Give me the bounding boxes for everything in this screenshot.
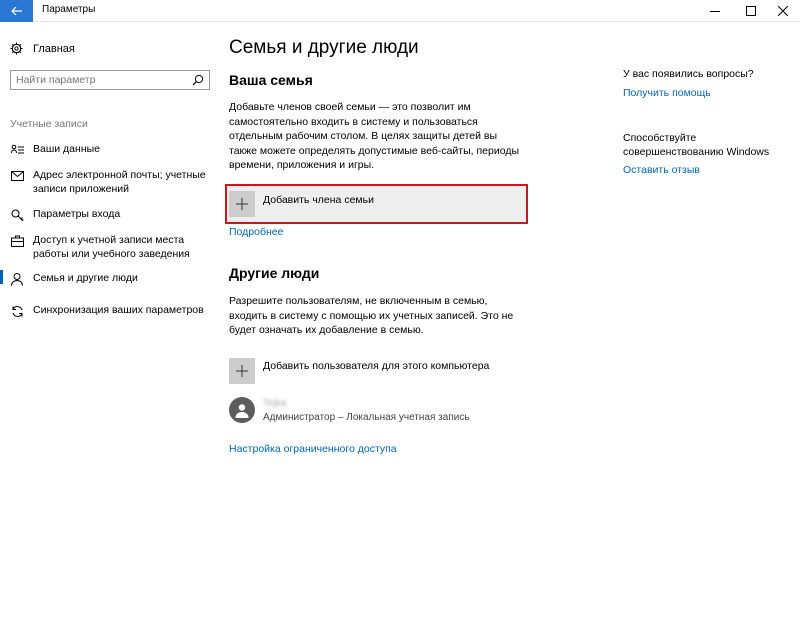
add-user-label: Добавить пользователя для этого компьюте…	[263, 360, 490, 372]
user-name: Tejka	[263, 397, 287, 409]
briefcase-icon	[10, 234, 24, 248]
family-description: Добавьте членов своей семьи — это позвол…	[229, 101, 519, 171]
feedback-link[interactable]: Оставить отзыв	[623, 164, 700, 176]
sidebar-item-work-access[interactable]: Доступ к учетной записи места работы или…	[10, 233, 220, 261]
maximize-icon	[746, 6, 756, 16]
arrow-left-icon	[10, 6, 22, 16]
sidebar-item-label: Доступ к учетной записи места работы или…	[33, 234, 190, 260]
back-button[interactable]	[0, 0, 33, 22]
search-input[interactable]	[11, 71, 191, 89]
user-item[interactable]: Tejka Администратор – Локальная учетная …	[229, 397, 470, 423]
minimize-icon	[710, 11, 720, 12]
improve-windows-text: Способствуйте совершенствованию Windows	[623, 132, 770, 158]
sidebar-section-label: Учетные записи	[10, 118, 88, 130]
sidebar-home-label: Главная	[33, 42, 75, 55]
window-title: Параметры	[42, 4, 96, 15]
mail-icon	[10, 169, 24, 183]
add-family-member-button[interactable]: Добавить члена семьи	[229, 191, 374, 217]
sync-icon	[10, 304, 24, 318]
restricted-access-link[interactable]: Настройка ограниченного доступа	[229, 443, 397, 455]
key-icon	[10, 208, 24, 222]
learn-more-link[interactable]: Подробнее	[229, 226, 283, 238]
sidebar-item-email[interactable]: Адрес электронной почты; учетные записи …	[10, 168, 220, 196]
avatar	[229, 397, 255, 423]
page-title: Семья и другие люди	[229, 37, 419, 58]
person-icon	[10, 272, 24, 286]
sidebar-item-sign-in-options[interactable]: Параметры входа	[10, 207, 220, 222]
sidebar-item-family[interactable]: Семья и другие люди	[10, 271, 220, 286]
maximize-button[interactable]	[734, 0, 768, 22]
title-bar: Параметры	[0, 0, 800, 22]
sidebar-item-sync[interactable]: Синхронизация ваших параметров	[10, 303, 220, 318]
add-family-member-label: Добавить члена семьи	[263, 194, 374, 206]
get-help-link[interactable]: Получить помощь	[623, 87, 711, 99]
person-card-icon	[10, 143, 24, 157]
sidebar-item-label: Адрес электронной почты; учетные записи …	[33, 169, 206, 195]
plus-icon	[229, 358, 255, 384]
sidebar-item-label: Синхронизация ваших параметров	[33, 304, 204, 316]
search-icon[interactable]	[192, 74, 204, 86]
sidebar-item-label: Семья и другие люди	[33, 272, 138, 284]
family-heading: Ваша семья	[229, 72, 313, 88]
others-description: Разрешите пользователям, не включенным в…	[229, 295, 514, 336]
user-account-type: Администратор – Локальная учетная запись	[263, 411, 470, 423]
close-button[interactable]	[766, 0, 800, 22]
search-box	[10, 70, 210, 90]
sidebar: Главная Учетные записи Ваши данные Адрес…	[0, 22, 220, 621]
plus-icon	[229, 191, 255, 217]
gear-icon	[10, 42, 23, 55]
active-indicator	[0, 270, 3, 284]
add-user-button[interactable]: Добавить пользователя для этого компьюте…	[229, 358, 489, 384]
sidebar-item-label: Параметры входа	[33, 208, 121, 220]
close-icon	[778, 6, 788, 16]
others-heading: Другие люди	[229, 265, 320, 281]
sidebar-item-your-info[interactable]: Ваши данные	[10, 142, 220, 157]
minimize-button[interactable]	[698, 0, 732, 22]
sidebar-item-home[interactable]: Главная	[10, 42, 75, 55]
person-icon	[235, 403, 249, 418]
sidebar-item-label: Ваши данные	[33, 143, 100, 155]
questions-text: У вас появились вопросы?	[623, 68, 754, 80]
